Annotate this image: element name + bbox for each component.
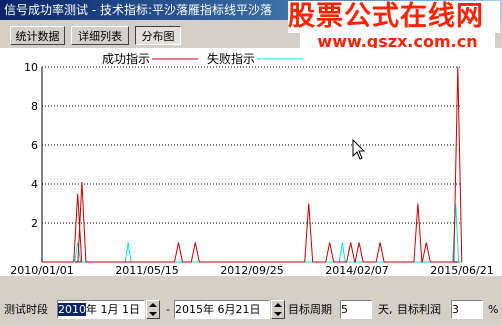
end-date-spinner[interactable] (271, 300, 285, 319)
x-tick-label: 2011/05/15 (115, 264, 178, 276)
y-tick-label: 6 (31, 139, 38, 152)
y-tick-label: 10 (24, 61, 38, 74)
start-year-selected: 2010 (58, 303, 86, 316)
spin-up-icon (274, 303, 282, 307)
watermark-logo: 股票公式在线网 (288, 1, 500, 33)
target-period-input[interactable]: 5 (340, 300, 372, 319)
target-profit-input[interactable]: 3 (451, 300, 483, 319)
target-period-label: 目标周期 (288, 303, 332, 316)
bottom-controls: 测试时段 2010年 1月 1日 - 2015年 6月21日 目标周期 5 天,… (0, 292, 502, 326)
start-date-rest: 年 1月 1日 (86, 303, 140, 316)
x-tick-label: 2012/09/25 (220, 264, 283, 276)
x-tick-label: 2010/01/01 (10, 264, 73, 276)
legend-label: 失败指示 (207, 51, 255, 66)
date-separator: - (166, 303, 170, 316)
tab-detail-list[interactable]: 详细列表 (71, 26, 129, 45)
day-label: 天, (378, 303, 393, 316)
x-tick-label: 2014/02/07 (325, 264, 388, 276)
tab-stats[interactable]: 统计数据 (10, 26, 65, 45)
y-tick-label: 4 (31, 178, 38, 191)
y-tick-label: 2 (31, 217, 38, 230)
legend-label: 成功指示 (102, 51, 150, 66)
spin-down-icon (149, 312, 157, 316)
start-date-spinner[interactable] (146, 300, 160, 319)
distribution-chart: 2 4 6 8 10 2010/01/01 2011/05/15 2012/09/25 201… (0, 48, 502, 276)
target-profit-label: 目标利润 (397, 303, 441, 316)
start-date-field[interactable]: 2010年 1月 1日 (57, 300, 145, 319)
test-period-label: 测试时段 (4, 303, 48, 316)
y-tick-label: 8 (31, 100, 38, 113)
tab-distribution[interactable]: 分布图 (135, 26, 181, 45)
window-title: 信号成功率测试 - 技术指标:平沙落雁指标线平沙落 (4, 3, 273, 17)
end-date-field[interactable]: 2015年 6月21日 (174, 300, 270, 319)
percent-label: % (488, 303, 499, 316)
x-tick-label: 2015/06/21 (430, 264, 493, 276)
spin-down-icon (274, 312, 282, 316)
spin-up-icon (149, 303, 157, 307)
